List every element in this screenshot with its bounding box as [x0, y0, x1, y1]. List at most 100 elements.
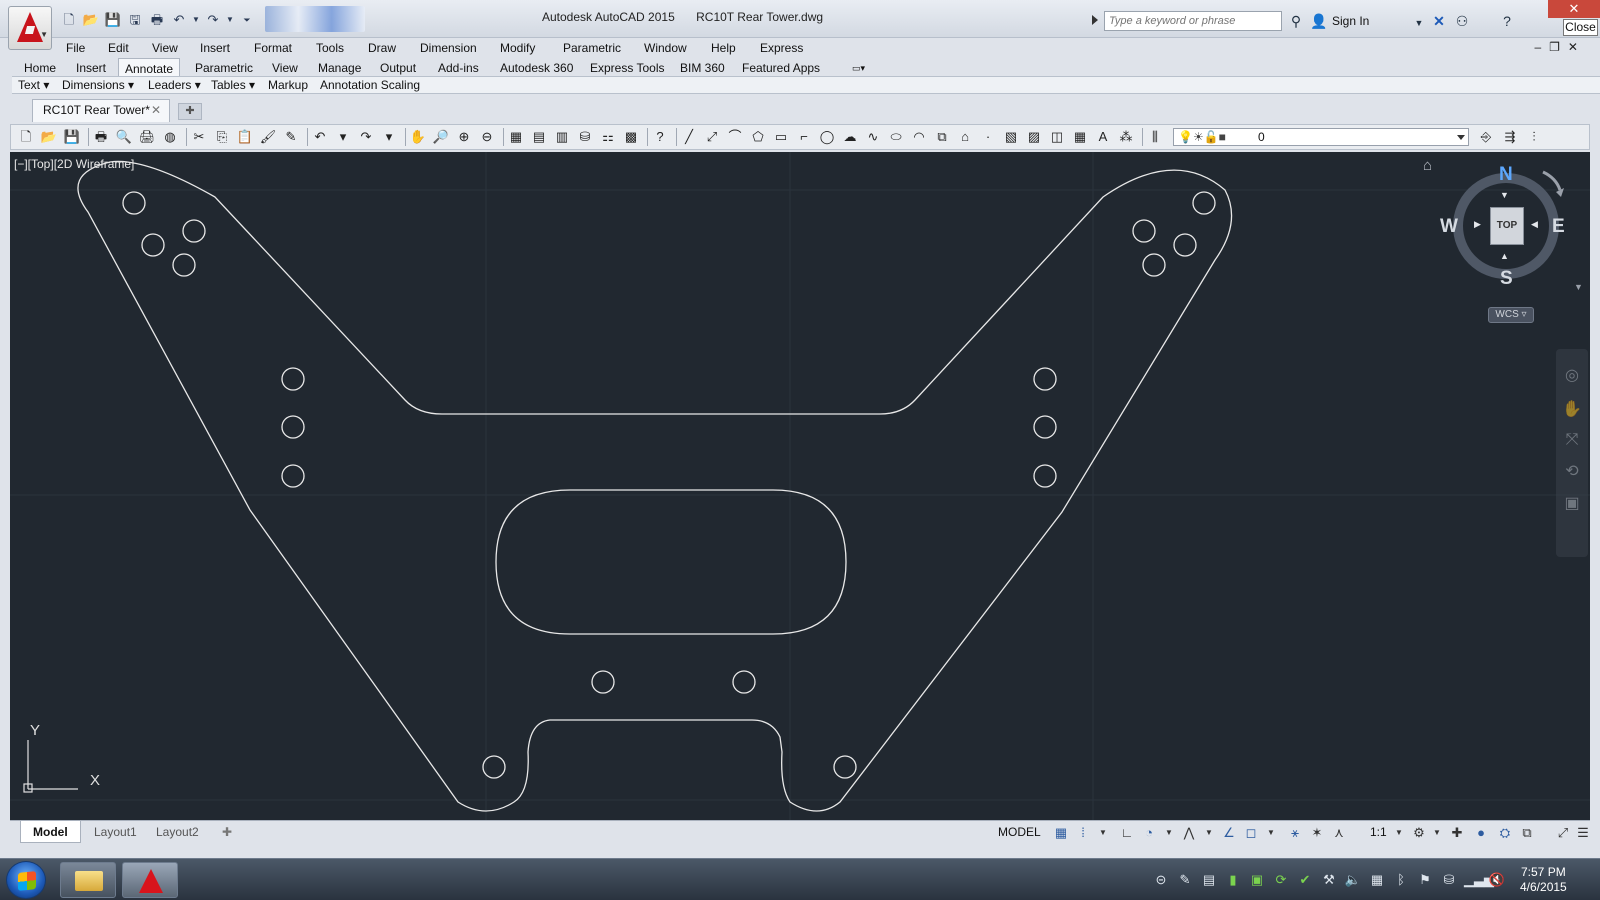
document-tab-rc10t[interactable]: RC10T Rear Tower* ✕: [32, 99, 170, 122]
open-icon[interactable]: 📂: [40, 128, 58, 146]
pan-icon[interactable]: ✋: [1556, 399, 1588, 419]
panel-annotation-scaling[interactable]: Annotation Scaling: [320, 78, 420, 92]
arrow-up-icon[interactable]: ▲: [1500, 251, 1509, 261]
monitor-tray-icon[interactable]: ▦: [1368, 871, 1386, 889]
panel-leaders[interactable]: Leaders ▾: [148, 78, 201, 92]
steering-wheel-icon[interactable]: ◎: [1556, 365, 1588, 385]
sync-tray-icon[interactable]: ⟳: [1272, 871, 1290, 889]
workspace-dropdown-icon[interactable]: ▼: [1428, 824, 1446, 842]
make-block-icon[interactable]: ⌂: [956, 128, 974, 146]
ribbon-minimize-icon[interactable]: ▭▾: [846, 58, 871, 78]
redo-dropdown-icon[interactable]: ▼: [226, 11, 234, 29]
tab-featured-apps[interactable]: Featured Apps: [736, 58, 826, 78]
user-icon[interactable]: 👤: [1310, 12, 1328, 30]
menu-parametric[interactable]: Parametric: [563, 41, 621, 55]
help-icon[interactable]: ?: [651, 128, 669, 146]
copy-icon[interactable]: ⎘: [213, 128, 231, 146]
gear-icon[interactable]: ⚙: [1410, 824, 1428, 842]
customization-menu-icon[interactable]: ☰: [1574, 824, 1592, 842]
tab-annotate[interactable]: Annotate: [118, 58, 181, 78]
arrow-down-icon[interactable]: ▼: [1500, 190, 1509, 200]
tab-layout1[interactable]: Layout1: [82, 821, 149, 843]
isodraft-icon[interactable]: ⋀: [1180, 824, 1198, 842]
tab-view[interactable]: View: [266, 58, 304, 78]
battery-tray-icon[interactable]: ▮: [1224, 871, 1242, 889]
zoom-previous-icon[interactable]: ⊖: [478, 128, 496, 146]
annotation-visibility-icon[interactable]: ⚹: [1286, 824, 1304, 842]
menu-tools[interactable]: Tools: [316, 41, 344, 55]
layer-dropdown[interactable]: 💡☀🔓■ 0: [1173, 128, 1469, 146]
fullscreen-icon[interactable]: ⤢: [1554, 824, 1572, 842]
menu-express[interactable]: Express: [760, 41, 803, 55]
mtext-icon[interactable]: A: [1094, 128, 1112, 146]
dimension-icon[interactable]: ⤢: [703, 128, 721, 146]
drawing-canvas[interactable]: [−][Top][2D Wireframe] Y X ⌂ TOP N S E W…: [10, 152, 1590, 820]
gradient-icon[interactable]: ▨: [1025, 128, 1043, 146]
cloud-icon[interactable]: ☁: [841, 128, 859, 146]
polar-tracking-icon[interactable]: ◔: [1140, 824, 1158, 842]
workspace-switcher[interactable]: [265, 6, 365, 32]
signal-tray-icon[interactable]: ▁▃▅: [1464, 871, 1494, 889]
zoom-realtime-icon[interactable]: 🔎: [432, 128, 450, 146]
tab-bim-360[interactable]: BIM 360: [674, 58, 731, 78]
tab-insert[interactable]: Insert: [70, 58, 112, 78]
undo-icon[interactable]: ↶: [311, 128, 329, 146]
menu-modify[interactable]: Modify: [500, 41, 535, 55]
compass-west[interactable]: W: [1440, 216, 1458, 238]
model-space-indicator[interactable]: MODEL: [998, 825, 1041, 839]
help-icon[interactable]: ?: [1498, 12, 1516, 30]
exchange-apps-icon[interactable]: ✕: [1430, 12, 1448, 30]
viewport-controls-label[interactable]: [−][Top][2D Wireframe]: [14, 157, 134, 171]
layer-previous-icon[interactable]: ⇶: [1501, 128, 1519, 146]
viewcube[interactable]: TOP N S E W ▼ ▲ ◀ ▶ ▼: [1440, 164, 1588, 304]
calculator-icon[interactable]: ▩: [622, 128, 640, 146]
layer-properties-icon[interactable]: ⫼: [1146, 128, 1164, 146]
binoculars-icon[interactable]: ⚲: [1287, 12, 1305, 30]
application-menu-button[interactable]: ▼: [8, 6, 52, 50]
line-icon[interactable]: ╱: [680, 128, 698, 146]
block-editor-icon[interactable]: ✎: [282, 128, 300, 146]
close-icon[interactable]: ✕: [151, 100, 161, 121]
pan-icon[interactable]: ✋: [409, 128, 427, 146]
system-clock[interactable]: 7:57 PM 4/6/2015: [1520, 865, 1567, 895]
match-properties-icon[interactable]: 🖌: [259, 128, 277, 146]
undo-icon[interactable]: ↶: [170, 11, 188, 29]
annotation-monitor-icon[interactable]: ✚: [1448, 824, 1466, 842]
osnap-dropdown-icon[interactable]: ▼: [1262, 824, 1280, 842]
viewcube-top-face[interactable]: TOP: [1490, 207, 1524, 245]
network-tray-icon[interactable]: ⊝: [1152, 871, 1170, 889]
save-icon[interactable]: 💾: [63, 128, 81, 146]
arrow-right-icon[interactable]: ▶: [1474, 219, 1481, 230]
menu-view[interactable]: View: [152, 41, 178, 55]
snap-mode-icon[interactable]: ⁞: [1074, 824, 1092, 842]
annotation-scale-value[interactable]: 1:1: [1370, 825, 1387, 839]
zoom-window-icon[interactable]: ⊕: [455, 128, 473, 146]
compass-north[interactable]: N: [1499, 164, 1513, 186]
tab-output[interactable]: Output: [374, 58, 422, 78]
point-icon[interactable]: ·: [979, 128, 997, 146]
markup-icon[interactable]: ⚏: [599, 128, 617, 146]
menu-window[interactable]: Window: [644, 41, 687, 55]
viewcube-menu-icon[interactable]: ▼: [1574, 282, 1583, 292]
check-tray-icon[interactable]: ✔: [1296, 871, 1314, 889]
usb-tray-icon[interactable]: ⛁: [1440, 871, 1458, 889]
panel-markup[interactable]: Markup: [268, 78, 308, 92]
speaker-muted-tray-icon[interactable]: 🔇: [1488, 871, 1506, 889]
compass-south[interactable]: S: [1500, 268, 1513, 290]
new-layout-button[interactable]: ✚: [210, 821, 244, 843]
isolate-objects-icon[interactable]: ●: [1472, 824, 1490, 842]
redo-dropdown-icon[interactable]: ▾: [380, 128, 398, 146]
clean-screen-icon[interactable]: ⧉: [1518, 824, 1536, 842]
taskbar-explorer-button[interactable]: [60, 862, 116, 898]
zoom-extents-icon[interactable]: ⤧: [1556, 431, 1588, 449]
paste-icon[interactable]: 📋: [236, 128, 254, 146]
wcs-menu[interactable]: WCS ▿: [1488, 307, 1534, 323]
cut-icon[interactable]: ✂: [190, 128, 208, 146]
menu-file[interactable]: File: [66, 41, 85, 55]
flag-tray-icon[interactable]: ⚑: [1416, 871, 1434, 889]
hardware-acceleration-icon[interactable]: ⛭: [1496, 824, 1514, 842]
insert-block-icon[interactable]: ⧉: [933, 128, 951, 146]
layer-match-icon[interactable]: ⫶: [1525, 128, 1543, 146]
plot-icon[interactable]: 🖶: [92, 128, 110, 146]
table-icon[interactable]: ▦: [1071, 128, 1089, 146]
